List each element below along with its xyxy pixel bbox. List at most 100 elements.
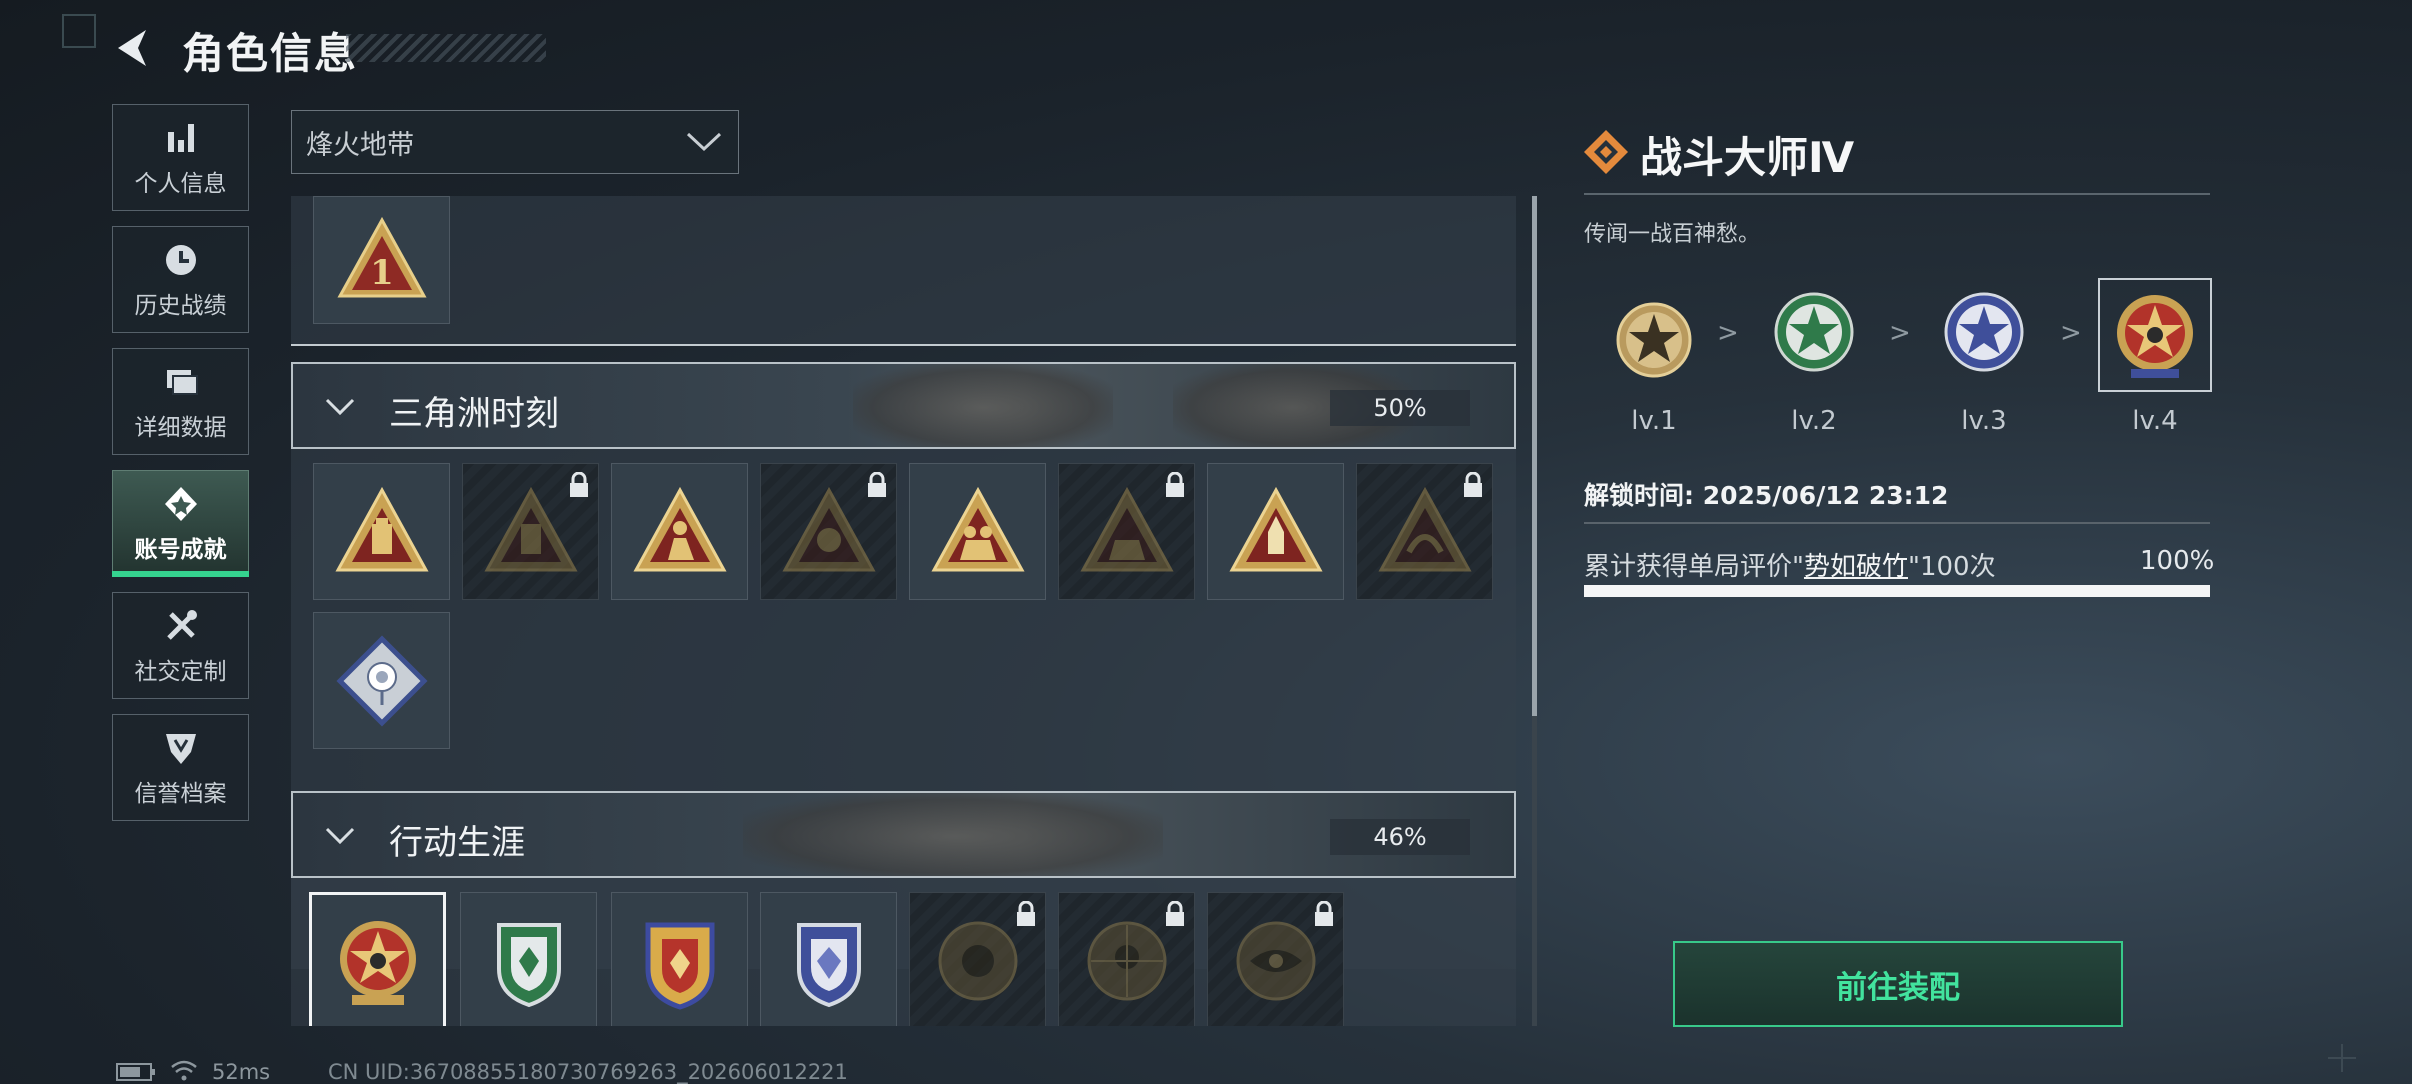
battery-icon xyxy=(116,1063,155,1081)
nav-item-social-custom[interactable]: 社交定制 xyxy=(112,592,249,699)
nav-item-achievements[interactable]: 账号成就 xyxy=(112,470,249,577)
achievement-title: 战斗大师Ⅳ xyxy=(1640,133,1855,182)
divider xyxy=(1584,193,2210,195)
soldier-badge-icon xyxy=(632,486,727,571)
usb-drive-badge-icon xyxy=(483,486,578,571)
back-arrow-icon[interactable] xyxy=(112,26,156,70)
group-progress: 50% xyxy=(1330,390,1470,426)
lock-icon xyxy=(570,472,588,497)
nav-active-indicator xyxy=(112,571,249,577)
lock-icon xyxy=(1166,901,1184,926)
requirement-progress-text: 100% xyxy=(2140,546,2215,576)
nav-item-detailed-data[interactable]: 详细数据 xyxy=(112,348,249,455)
nav-label: 信誉档案 xyxy=(134,780,227,807)
dragon-badge-icon xyxy=(1377,486,1472,571)
level-2-badge-icon xyxy=(1774,292,1854,372)
achievement-tile[interactable]: 1 xyxy=(313,196,450,324)
lock-icon xyxy=(1464,472,1482,497)
requirement-text: 累计获得单局评价"势如破竹"100次 xyxy=(1584,546,1996,583)
cards-icon xyxy=(166,369,198,395)
group-progress: 46% xyxy=(1330,819,1470,855)
lock-icon xyxy=(1017,901,1035,926)
group-header-operation-career[interactable]: 行动生涯 46% xyxy=(291,791,1516,878)
ping-readout: 52ms xyxy=(212,1060,271,1084)
progress-bar-fill xyxy=(1584,585,2210,597)
usb-drive-badge-icon xyxy=(334,486,429,571)
group-name: 行动生涯 xyxy=(389,823,525,863)
rocket-badge-icon xyxy=(1228,486,1323,571)
level-label: lv.4 xyxy=(2132,406,2178,436)
lock-icon xyxy=(1166,472,1184,497)
user-uid: CN UID:36708855180730769263_202606012221 xyxy=(328,1060,848,1084)
orb-badge-icon xyxy=(938,921,1017,1000)
achievement-tile-locked[interactable] xyxy=(909,892,1046,1026)
achievement-icon xyxy=(164,486,197,521)
rank-one-badge-icon: 1 xyxy=(336,216,427,298)
tools-icon xyxy=(166,609,197,640)
chevron-down-icon xyxy=(325,827,355,845)
achievement-tile-locked[interactable] xyxy=(1058,892,1195,1026)
nav-label: 社交定制 xyxy=(134,658,227,685)
nav-item-personal-info[interactable]: 个人信息 xyxy=(112,104,249,211)
emblem-badge-icon xyxy=(781,486,876,571)
achievement-category-icon xyxy=(1584,130,1628,174)
level-arrow: > xyxy=(2060,318,2082,348)
title-stripes-decoration xyxy=(346,34,546,62)
chevron-down-icon xyxy=(686,132,722,152)
season-dropdown[interactable]: 烽火地带 xyxy=(291,110,739,174)
achievement-tile[interactable] xyxy=(1207,463,1344,600)
level-label: lv.2 xyxy=(1791,406,1837,436)
level-label: lv.3 xyxy=(1961,406,2007,436)
achievement-tile[interactable] xyxy=(313,612,450,749)
nav-item-history[interactable]: 历史战绩 xyxy=(112,226,249,333)
squad-badge-icon xyxy=(1079,486,1174,571)
eye-badge-icon xyxy=(1236,921,1315,1000)
level-badge-1[interactable] xyxy=(1604,290,1704,394)
achievement-tile-locked[interactable] xyxy=(1207,892,1344,1026)
page-title: 角色信息 xyxy=(182,29,359,78)
chevron-down-icon xyxy=(325,398,355,416)
achievement-tile-locked[interactable] xyxy=(760,463,897,600)
nav-label: 历史战绩 xyxy=(134,292,227,319)
group-name: 三角洲时刻 xyxy=(389,394,559,434)
level-arrow: > xyxy=(1717,318,1739,348)
plus-icon xyxy=(2328,1044,2356,1072)
achievement-tile[interactable] xyxy=(611,463,748,600)
lock-icon xyxy=(868,472,886,497)
achievement-tile[interactable] xyxy=(760,892,897,1026)
nav-label: 详细数据 xyxy=(134,414,227,441)
achievement-tile[interactable] xyxy=(460,892,597,1026)
nav-label: 个人信息 xyxy=(134,170,227,197)
level-4-badge-icon xyxy=(2117,295,2193,378)
divider xyxy=(1584,522,2210,524)
achievement-tile-locked[interactable] xyxy=(1356,463,1493,600)
credit-shield-icon xyxy=(165,733,196,764)
list-scrollbar-thumb[interactable] xyxy=(1532,196,1537,716)
level-badge-2[interactable] xyxy=(1764,282,1864,386)
bar-chart-icon xyxy=(167,123,194,152)
level-label: lv.1 xyxy=(1631,406,1677,436)
achievement-tile-locked[interactable] xyxy=(1058,463,1195,600)
level-3-badge-icon xyxy=(1944,292,2024,372)
combat-master-red-badge-icon xyxy=(339,920,416,1005)
green-shield-badge-icon xyxy=(496,922,561,1007)
lock-icon xyxy=(1315,901,1333,926)
achievement-tile-locked[interactable] xyxy=(462,463,599,600)
requirement-prefix: 累计获得单局评价" xyxy=(1584,552,1804,582)
level-badge-3[interactable] xyxy=(1934,282,2034,386)
group-card-operation-career xyxy=(291,878,1516,1026)
skull-crosshair-badge-icon xyxy=(1087,921,1166,1000)
go-equip-button[interactable]: 前往装配 xyxy=(1673,941,2123,1027)
corner-frame-decoration xyxy=(62,14,96,48)
level-badge-4-selected[interactable] xyxy=(2098,278,2212,392)
nav-label: 账号成就 xyxy=(134,536,227,563)
nav-item-credit-record[interactable]: 信誉档案 xyxy=(112,714,249,821)
achievement-tile[interactable] xyxy=(611,892,748,1026)
achievement-tile[interactable] xyxy=(313,463,450,600)
achievement-tile-selected[interactable] xyxy=(309,892,446,1026)
group-header-delta-moments[interactable]: 三角洲时刻 50% xyxy=(291,362,1516,449)
requirement-keyword: 势如破竹 xyxy=(1803,552,1908,582)
achievement-tile[interactable] xyxy=(909,463,1046,600)
achievement-list[interactable]: 1 三角洲时刻 50% 行动生涯 46% xyxy=(291,196,1516,1026)
unlock-time: 解锁时间: 2025/06/12 23:12 xyxy=(1584,481,1949,510)
